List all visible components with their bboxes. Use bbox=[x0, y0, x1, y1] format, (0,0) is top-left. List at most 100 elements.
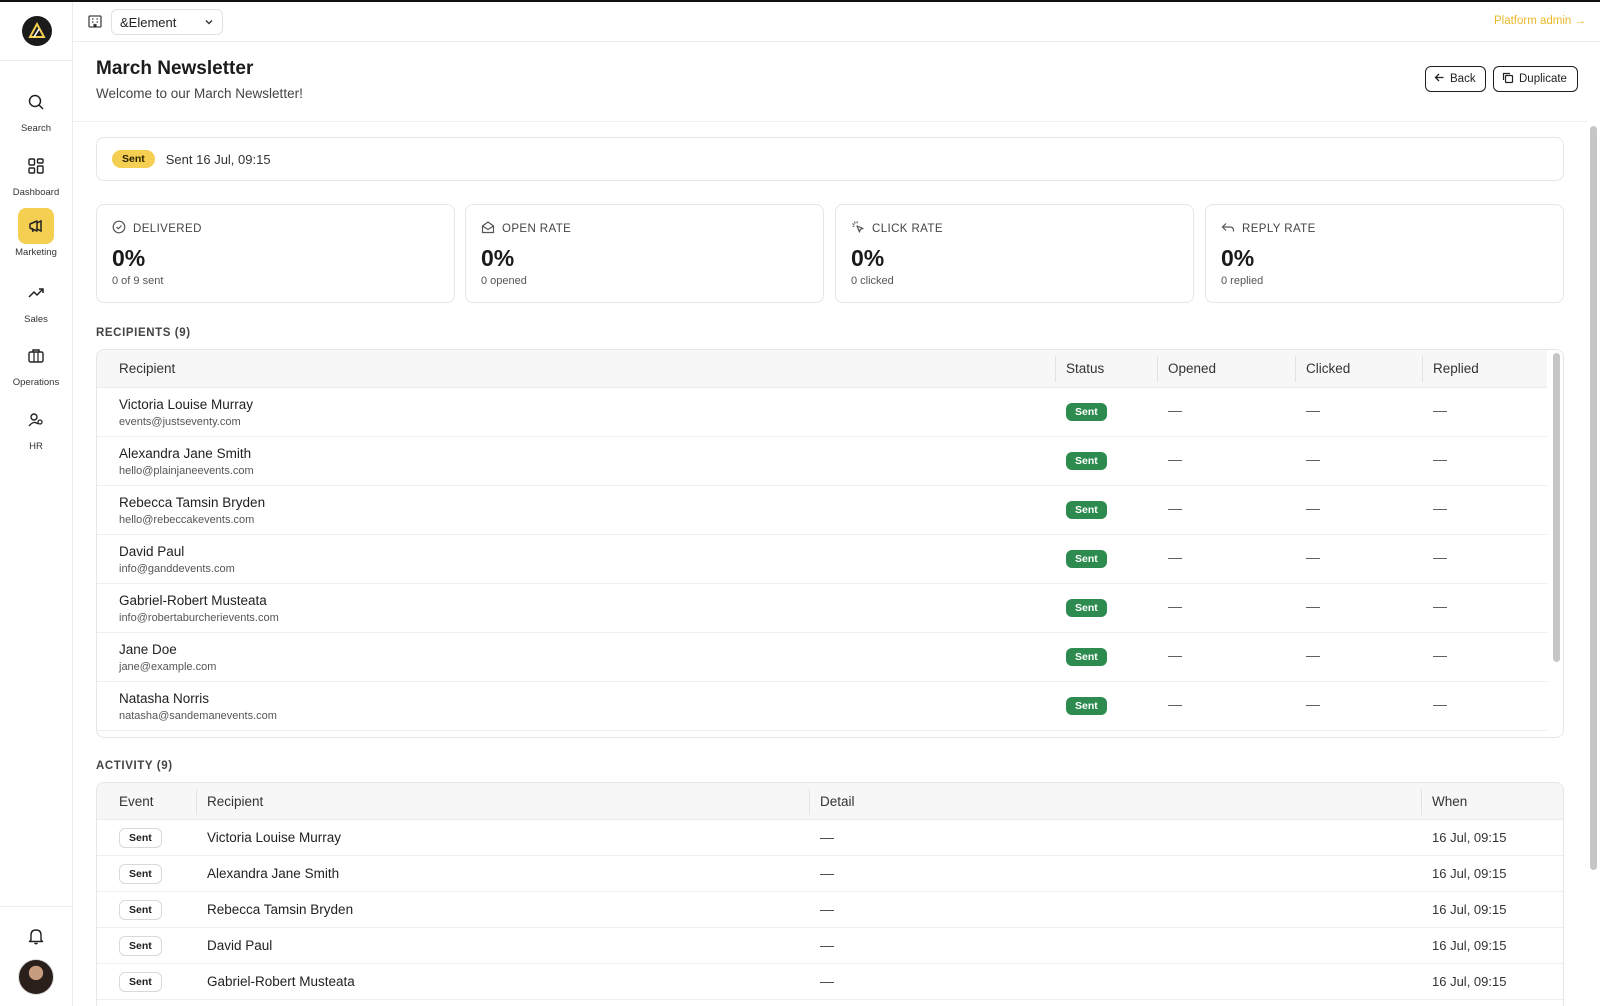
replied-value: — bbox=[1433, 500, 1447, 516]
activity-timestamp: 16 Jul, 09:15 bbox=[1432, 830, 1507, 845]
trending-up-icon bbox=[18, 275, 54, 311]
recipient-email: natasha@sandemanevents.com bbox=[119, 710, 277, 722]
clicked-value: — bbox=[1306, 549, 1320, 565]
sidebar-item-marketing[interactable]: Marketing bbox=[0, 208, 72, 264]
opened-value: — bbox=[1168, 500, 1182, 516]
column-header-detail[interactable]: Detail bbox=[820, 794, 855, 809]
open-envelope-icon bbox=[481, 220, 495, 237]
activity-table-header: Event Recipient Detail When bbox=[97, 783, 1563, 820]
platform-admin-link[interactable]: Platform admin → bbox=[1494, 15, 1586, 27]
table-row[interactable]: Sent Alexandra Jane Smith — 16 Jul, 09:1… bbox=[97, 856, 1563, 892]
clicked-value: — bbox=[1306, 451, 1320, 467]
clicked-value: — bbox=[1306, 598, 1320, 614]
status-badge: Sent bbox=[1066, 501, 1107, 519]
stat-value: 0% bbox=[481, 245, 515, 271]
sidebar-item-operations[interactable]: Operations bbox=[0, 338, 72, 394]
sidebar-item-search[interactable]: Search bbox=[0, 84, 72, 140]
duplicate-button[interactable]: Duplicate bbox=[1493, 66, 1578, 92]
search-icon bbox=[18, 84, 54, 120]
recipient-name: Gabriel-Robert Musteata bbox=[119, 593, 267, 608]
column-header-clicked[interactable]: Clicked bbox=[1306, 361, 1350, 376]
activity-detail: — bbox=[820, 937, 834, 953]
table-row[interactable]: David Paul info@ganddevents.com Sent — —… bbox=[97, 535, 1547, 584]
stat-subtext: 0 replied bbox=[1221, 275, 1264, 287]
replied-value: — bbox=[1433, 549, 1447, 565]
column-divider bbox=[1055, 356, 1056, 382]
activity-detail: — bbox=[820, 865, 834, 881]
replied-value: — bbox=[1433, 402, 1447, 418]
notifications-bell-icon[interactable] bbox=[26, 926, 46, 946]
sidebar-item-label: Marketing bbox=[15, 247, 57, 258]
column-divider bbox=[1421, 789, 1422, 815]
column-header-event[interactable]: Event bbox=[119, 794, 154, 809]
column-header-when[interactable]: When bbox=[1432, 794, 1467, 809]
recipient-name: Jane Doe bbox=[119, 642, 177, 657]
status-badge: Sent bbox=[1066, 697, 1107, 715]
clicked-value: — bbox=[1306, 696, 1320, 712]
column-header-replied[interactable]: Replied bbox=[1433, 361, 1479, 376]
sidebar-item-dashboard[interactable]: Dashboard bbox=[0, 148, 72, 204]
column-divider bbox=[196, 789, 197, 815]
duplicate-button-label: Duplicate bbox=[1519, 73, 1567, 85]
activity-recipient: David Paul bbox=[207, 938, 273, 953]
header-divider bbox=[73, 121, 1588, 122]
column-header-status[interactable]: Status bbox=[1066, 361, 1104, 376]
page-scrollbar-thumb[interactable] bbox=[1590, 126, 1597, 870]
sidebar-divider bbox=[0, 60, 72, 61]
table-row[interactable]: Natasha Norris natasha@sandemanevents.co… bbox=[97, 682, 1547, 731]
back-button[interactable]: Back bbox=[1425, 66, 1486, 92]
activity-section-title: ACTIVITY (9) bbox=[96, 760, 173, 772]
table-row[interactable]: Gabriel-Robert Musteata info@robertaburc… bbox=[97, 584, 1547, 633]
table-row[interactable]: Sent Rebecca Tamsin Bryden — 16 Jul, 09:… bbox=[97, 892, 1563, 928]
table-row[interactable]: Sent Victoria Louise Murray — 16 Jul, 09… bbox=[97, 820, 1563, 856]
replied-value: — bbox=[1433, 696, 1447, 712]
sidebar-item-label: Search bbox=[20, 123, 52, 134]
table-row[interactable]: Alexandra Jane Smith hello@plainjaneeven… bbox=[97, 437, 1547, 486]
stat-label: OPEN RATE bbox=[502, 222, 572, 235]
building-icon bbox=[87, 13, 103, 32]
sidebar-item-label: Operations bbox=[12, 377, 60, 388]
recipient-email: hello@plainjaneevents.com bbox=[119, 465, 254, 477]
reply-icon bbox=[1221, 220, 1235, 237]
recipient-name: Alexandra Jane Smith bbox=[119, 446, 252, 461]
column-header-opened[interactable]: Opened bbox=[1168, 361, 1216, 376]
table-row[interactable]: Rebecca Tamsin Bryden hello@rebeccakeven… bbox=[97, 486, 1547, 535]
clicked-value: — bbox=[1306, 647, 1320, 663]
event-badge: Sent bbox=[119, 864, 162, 884]
stat-subtext: 0 opened bbox=[481, 275, 527, 287]
column-header-recipient[interactable]: Recipient bbox=[119, 361, 175, 376]
recipient-email: info@robertaburcherievents.com bbox=[119, 612, 279, 624]
organization-select-value: &Element bbox=[120, 14, 177, 30]
recipient-name: Rebecca Tamsin Bryden bbox=[119, 495, 266, 510]
check-circle-icon bbox=[112, 220, 126, 237]
column-header-recipient[interactable]: Recipient bbox=[207, 794, 263, 809]
clicked-value: — bbox=[1306, 500, 1320, 516]
table-row[interactable]: Sent David Paul — 16 Jul, 09:15 bbox=[97, 928, 1563, 964]
user-avatar[interactable] bbox=[18, 959, 54, 995]
opened-value: — bbox=[1168, 598, 1182, 614]
status-badge: Sent bbox=[1066, 403, 1107, 421]
activity-table: Event Recipient Detail When Sent Victori… bbox=[96, 782, 1564, 1006]
stat-subtext: 0 of 9 sent bbox=[112, 275, 164, 287]
table-row[interactable]: Jane Doe jane@example.com Sent — — — bbox=[97, 633, 1547, 682]
table-row[interactable]: Sent Gabriel-Robert Musteata — 16 Jul, 0… bbox=[97, 964, 1563, 1000]
sidebar-item-label: Sales bbox=[24, 314, 48, 325]
activity-timestamp: 16 Jul, 09:15 bbox=[1432, 866, 1507, 881]
people-icon bbox=[18, 402, 54, 438]
recipient-name: Natasha Norris bbox=[119, 691, 210, 706]
recipient-name: Victoria Louise Murray bbox=[119, 397, 254, 412]
organization-select[interactable]: &Element bbox=[111, 9, 223, 35]
sidebar-item-label: HR bbox=[29, 441, 43, 452]
recipients-scrollbar-thumb[interactable] bbox=[1553, 353, 1560, 662]
page-subtitle: Welcome to our March Newsletter! bbox=[96, 86, 303, 101]
grid-icon bbox=[18, 148, 54, 184]
sidebar-item-sales[interactable]: Sales bbox=[0, 275, 72, 331]
sidebar-item-hr[interactable]: HR bbox=[0, 402, 72, 458]
stat-value: 0% bbox=[851, 245, 885, 271]
opened-value: — bbox=[1168, 549, 1182, 565]
table-row[interactable]: Victoria Louise Murray events@justsevent… bbox=[97, 388, 1547, 437]
app-logo[interactable] bbox=[22, 16, 52, 46]
activity-recipient: Rebecca Tamsin Bryden bbox=[207, 902, 354, 917]
status-badge: Sent bbox=[1066, 452, 1107, 470]
stat-value: 0% bbox=[1221, 245, 1255, 271]
